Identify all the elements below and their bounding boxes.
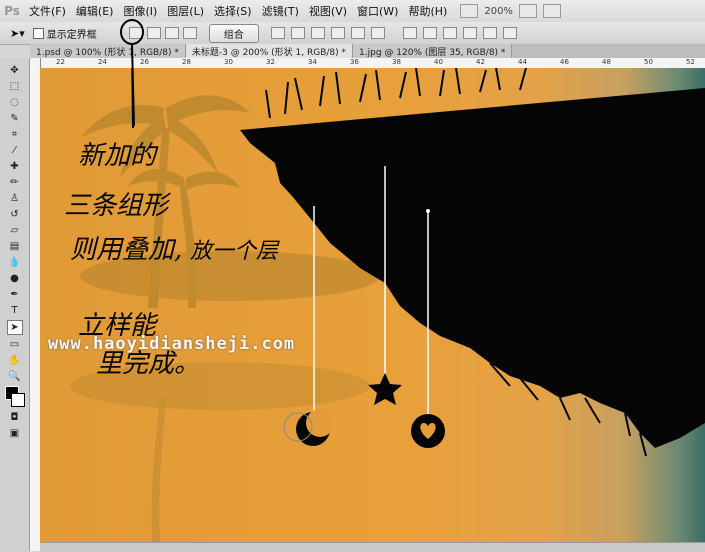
type-tool-icon[interactable]: T	[8, 304, 22, 317]
menu-window[interactable]: 窗口(W)	[352, 3, 403, 19]
tab-1-psd[interactable]: 1.psd @ 100% (形状 1, RGB/8) *	[30, 44, 186, 58]
view-controls: 200%	[460, 4, 561, 18]
ruler-tick-label: 38	[392, 58, 401, 66]
crop-tool-icon[interactable]: ⌗	[8, 128, 22, 141]
path-selection-tool-icon[interactable]: ➤	[6, 320, 23, 335]
dodge-tool-icon[interactable]: ●	[8, 272, 22, 285]
menu-layer[interactable]: 图层(L)	[162, 3, 209, 19]
distribute-right-icon[interactable]	[502, 27, 517, 39]
color-swatches[interactable]	[4, 386, 25, 408]
menu-bar: Ps 文件(F) 编辑(E) 图像(I) 图层(L) 选择(S) 滤镜(T) 视…	[0, 0, 705, 23]
align-bottom-icon[interactable]	[310, 27, 325, 39]
menu-image[interactable]: 图像(I)	[118, 3, 162, 19]
align-right-icon[interactable]	[370, 27, 385, 39]
toolbar-circle-annotation	[120, 19, 144, 127]
quick-mask-icon[interactable]: ◘	[8, 411, 22, 424]
artwork: 新加的 三条组形 则用叠加, 放一个层 立样能 里完成。	[64, 68, 705, 542]
options-bar: ➤▾ 显示定界框 组合	[0, 22, 705, 45]
ruler-tick-label: 46	[560, 58, 569, 66]
gradient-tool-icon[interactable]: ▤	[8, 240, 22, 253]
ruler-tick-label: 22	[56, 58, 65, 66]
note-line-3: 则用叠加,	[70, 235, 182, 265]
brush-tool-icon[interactable]: ✏	[8, 176, 22, 189]
show-bounds-checkbox[interactable]	[32, 27, 44, 39]
pen-tool-icon[interactable]: ✒	[8, 288, 22, 301]
history-brush-tool-icon[interactable]: ↺	[8, 208, 22, 221]
ruler-tick-label: 44	[518, 58, 527, 66]
ruler-tick-label: 24	[98, 58, 107, 66]
background-color[interactable]	[10, 393, 25, 407]
clone-stamp-tool-icon[interactable]: ♙	[8, 192, 22, 205]
ruler-tick-label: 30	[224, 58, 233, 66]
align-hcenter-icon[interactable]	[350, 27, 365, 39]
blur-tool-icon[interactable]: 💧	[8, 256, 22, 269]
menu-select[interactable]: 选择(S)	[209, 3, 257, 19]
distribute-left-icon[interactable]	[462, 27, 477, 39]
menu-help[interactable]: 帮助(H)	[403, 3, 452, 19]
show-bounds-label: 显示定界框	[46, 29, 97, 41]
marquee-tool-icon[interactable]: ⬚	[8, 80, 22, 93]
screen-mode-icon[interactable]	[518, 4, 537, 18]
zoom-level[interactable]: 200%	[484, 6, 513, 17]
ruler-tick-label: 28	[182, 58, 191, 66]
zoom-tool-icon[interactable]: 🔍	[8, 370, 22, 383]
combine-button[interactable]: 组合	[208, 23, 259, 43]
moon-ornament	[283, 206, 334, 446]
intersect-shape-icon[interactable]	[164, 27, 179, 39]
align-top-icon[interactable]	[270, 27, 285, 39]
menu-file[interactable]: 文件(F)	[24, 3, 71, 19]
eyedropper-tool-icon[interactable]: ⁄	[8, 144, 22, 157]
note-line-4: 放一个层	[190, 239, 280, 264]
photoshop-logo: Ps	[4, 4, 20, 18]
distribute-buttons	[401, 27, 519, 39]
ruler-tick-label: 34	[308, 58, 317, 66]
align-left-icon[interactable]	[330, 27, 345, 39]
note-line-2: 三条组形	[64, 191, 171, 221]
ruler-tick-label: 40	[434, 58, 443, 66]
distribute-vcenter-icon[interactable]	[422, 27, 437, 39]
ruler-tick-label: 32	[266, 58, 275, 66]
extras-icon[interactable]	[542, 4, 561, 18]
tab-1-jpg[interactable]: 1.jpg @ 120% (图层 35, RGB/8) *	[353, 44, 513, 58]
eraser-tool-icon[interactable]: ▱	[8, 224, 22, 237]
shape-tool-icon[interactable]: ▭	[8, 338, 22, 351]
lasso-tool-icon[interactable]: ◌	[8, 96, 22, 109]
toolbox: ✥ ⬚ ◌ ✎ ⌗ ⁄ ✚ ✏ ♙ ↺ ▱ ▤ 💧 ● ✒ T ➤ ▭ ✋ 🔍 …	[0, 58, 30, 551]
menu-edit[interactable]: 编辑(E)	[71, 3, 119, 19]
ruler-tick-label: 42	[476, 58, 485, 66]
menu-filter[interactable]: 滤镜(T)	[257, 3, 304, 19]
move-tool-icon[interactable]: ➤▾	[10, 27, 25, 40]
distribute-hcenter-icon[interactable]	[482, 27, 497, 39]
screen-mode-icon[interactable]: ▣	[8, 427, 22, 440]
healing-brush-tool-icon[interactable]: ✚	[8, 160, 22, 173]
ruler-tick-label: 48	[602, 58, 611, 66]
move-tool-icon[interactable]: ✥	[8, 64, 22, 77]
watermark-text: www.haoyidiansheji.com	[48, 334, 296, 354]
align-vcenter-icon[interactable]	[290, 27, 305, 39]
note-line-1: 新加的	[78, 141, 159, 171]
quick-select-tool-icon[interactable]: ✎	[8, 112, 22, 125]
arrange-icon[interactable]	[460, 4, 479, 18]
distribute-top-icon[interactable]	[402, 27, 417, 39]
align-buttons	[269, 27, 387, 39]
exclude-shape-icon[interactable]	[182, 27, 197, 39]
subtract-shape-icon[interactable]	[146, 27, 161, 39]
document-canvas[interactable]: 新加的 三条组形 则用叠加, 放一个层 立样能 里完成。 www.haoyidi…	[40, 68, 705, 542]
ruler-tick-label: 36	[350, 58, 359, 66]
menu-view[interactable]: 视图(V)	[304, 3, 352, 19]
tab-untitled-3[interactable]: 未标题-3 @ 200% (形状 1, RGB/8) *	[185, 44, 354, 58]
hand-tool-icon[interactable]: ✋	[8, 354, 22, 367]
distribute-bottom-icon[interactable]	[442, 27, 457, 39]
ruler-tick-label: 52	[686, 58, 695, 66]
ruler-tick-label: 50	[644, 58, 653, 66]
